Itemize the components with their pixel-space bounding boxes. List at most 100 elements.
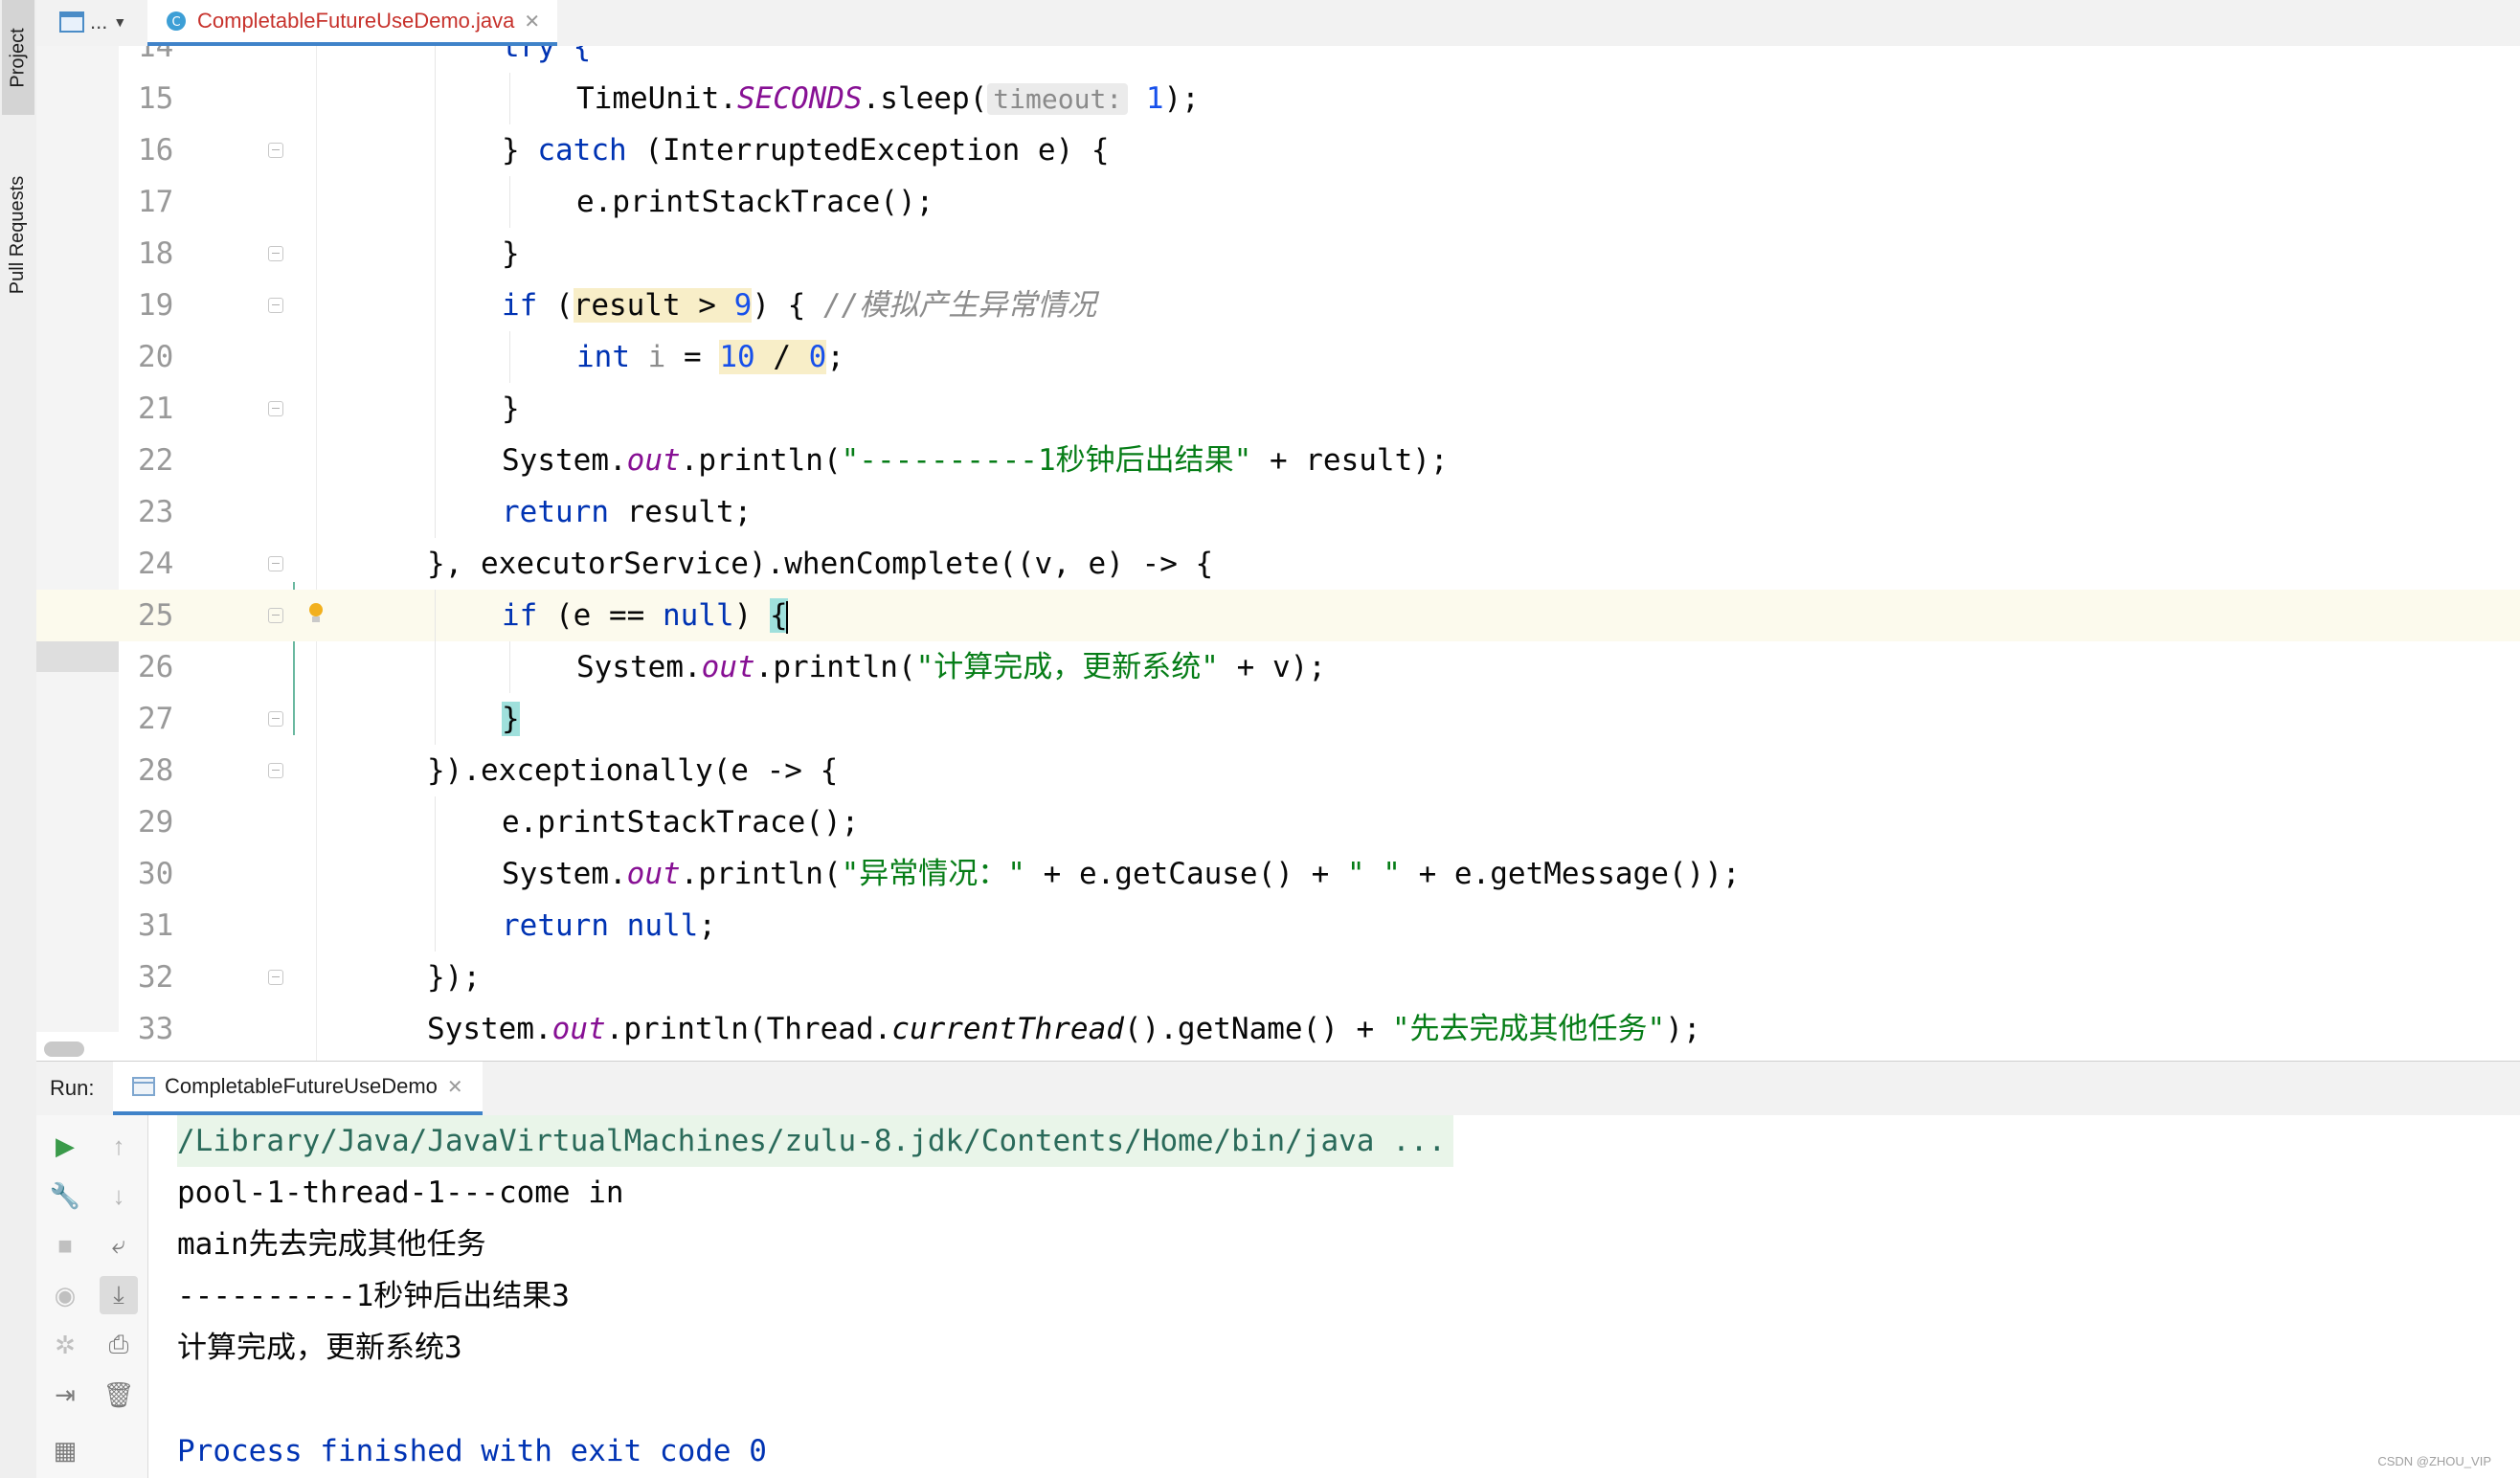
code-token: "先去完成其他任务" [1391, 1012, 1666, 1046]
code-line[interactable]: 25 if (e == null) { [36, 590, 2520, 641]
code-token: (InterruptedException e) { [626, 133, 1110, 168]
line-number: 28 [138, 753, 174, 788]
code-token: out [701, 650, 755, 684]
code-token: (e == [537, 598, 663, 633]
soft-wrap-icon[interactable]: ⤶ [100, 1226, 138, 1265]
fold-marker-icon[interactable] [268, 298, 283, 313]
run-panel-title: Run: [50, 1076, 95, 1100]
java-class-icon: C [167, 11, 186, 31]
fold-marker-icon[interactable] [268, 246, 283, 261]
code-line[interactable]: 16} catch (InterruptedException e) { [36, 124, 2520, 176]
run-console[interactable]: /Library/Java/JavaVirtualMachines/zulu-8… [148, 1115, 2520, 1478]
exit-icon[interactable]: ⇥ [46, 1376, 84, 1414]
code-line[interactable]: 23 return result; [36, 486, 2520, 538]
code-line[interactable]: 26 System.out.println("计算完成，更新系统" + v); [36, 641, 2520, 693]
indent-guide [435, 693, 436, 745]
code-line[interactable]: 19 if (result > 9) { //模拟产生异常情况 [36, 280, 2520, 331]
indent-guide [509, 641, 510, 693]
code-line[interactable]: 24}, executorService).whenComplete((v, e… [36, 538, 2520, 590]
code-line[interactable]: 27} [36, 693, 2520, 745]
indent-guide [435, 848, 436, 900]
code-token: System. [576, 650, 702, 684]
run-panel-header: Run: CompletableFutureUseDemo ✕ [36, 1061, 2520, 1116]
code-token: out [626, 443, 681, 478]
code-line[interactable]: 30 System.out.println("异常情况：" + e.getCaus… [36, 848, 2520, 900]
code-token: result; [608, 495, 753, 529]
code-line[interactable]: 31 return null; [36, 900, 2520, 952]
pull-requests-tool-tab[interactable]: Pull Requests [2, 144, 34, 325]
code-line[interactable]: 21} [36, 383, 2520, 435]
indent-guide [509, 73, 510, 124]
close-icon[interactable]: ✕ [524, 10, 540, 34]
settings-icon[interactable]: ✲ [46, 1326, 84, 1364]
code-line[interactable]: 18} [36, 228, 2520, 280]
print-icon[interactable]: ⎙ [100, 1326, 138, 1364]
line-number: 21 [138, 392, 174, 426]
arrow-down-icon[interactable]: ↓ [100, 1176, 138, 1215]
wrench-icon[interactable]: 🔧 [46, 1176, 84, 1215]
code-token: int [576, 340, 630, 374]
code-token: } [502, 133, 538, 168]
scroll-to-end-icon[interactable]: ⤓ [100, 1276, 138, 1314]
watermark: CSDN @ZHOU_VIP [2377, 1454, 2491, 1468]
layout-icon[interactable]: ▦ [46, 1431, 84, 1469]
code-token: } [502, 392, 520, 426]
indent-guide [435, 331, 436, 383]
code-text: TimeUnit.SECONDS.sleep(timeout: 1); [576, 73, 1200, 125]
lightbulb-icon[interactable] [306, 601, 326, 626]
console-output-line: pool-1-thread-1---come in [177, 1176, 624, 1210]
line-number: 16 [138, 133, 174, 168]
editor-tab-completablefutureusedemo[interactable]: C CompletableFutureUseDemo.java ✕ [147, 0, 558, 46]
code-line[interactable]: 14 try { [36, 46, 2520, 73]
window-icon [59, 11, 84, 33]
fold-marker-icon[interactable] [268, 763, 283, 778]
fold-marker-icon[interactable] [268, 556, 283, 571]
project-tool-tab[interactable]: Project [2, 0, 34, 115]
editor-tab-label: CompletableFutureUseDemo.java [197, 9, 515, 33]
code-line[interactable]: 28 }).exceptionally(e -> { [36, 745, 2520, 796]
code-token: .sleep( [862, 81, 988, 116]
code-text: }).exceptionally(e -> { [427, 745, 838, 796]
project-view-dropdown[interactable]: ... ▼ [59, 8, 126, 36]
code-token: ); [1665, 1012, 1701, 1046]
trash-icon[interactable]: 🗑 [100, 1376, 138, 1414]
code-line[interactable]: 29 e.printStackTrace(); [36, 796, 2520, 848]
code-editor[interactable]: 14 try { 15 TimeUnit.SECONDS.sleep(timeout:… [36, 46, 2520, 1061]
fold-marker-icon[interactable] [268, 608, 283, 623]
code-token: SECONDS [736, 81, 863, 116]
fold-marker-icon[interactable] [268, 711, 283, 727]
run-config-tab[interactable]: CompletableFutureUseDemo ✕ [113, 1062, 483, 1115]
fold-marker-icon[interactable] [268, 143, 283, 158]
code-token: System. [502, 857, 627, 891]
code-token: .println(Thread. [605, 1012, 892, 1046]
fold-marker-icon[interactable] [268, 970, 283, 985]
line-number: 15 [138, 81, 174, 116]
tool-window-strip: Project Pull Requests [0, 0, 37, 1478]
code-line[interactable]: 17 e.printStackTrace(); [36, 176, 2520, 228]
code-token: null [662, 598, 734, 633]
code-token: "异常情况：" [841, 857, 1025, 891]
code-line[interactable]: 20 int i = 10 / 0; [36, 331, 2520, 383]
code-line[interactable]: 33 System.out.println(Thread.currentThrea… [36, 1003, 2520, 1055]
project-dropdown-label: ... [90, 10, 108, 34]
line-number: 25 [138, 598, 174, 633]
code-text: int i = 10 / 0; [576, 331, 844, 383]
code-token: } [502, 236, 520, 271]
rerun-icon[interactable]: ▶ [46, 1127, 84, 1165]
arrow-up-icon[interactable]: ↑ [100, 1127, 138, 1165]
code-text: return null; [502, 900, 716, 952]
close-icon[interactable]: ✕ [447, 1075, 463, 1099]
code-line[interactable]: 15 TimeUnit.SECONDS.sleep(timeout: 1); [36, 73, 2520, 124]
camera-icon[interactable]: ◉ [46, 1276, 84, 1314]
code-token: / [754, 340, 809, 374]
code-token: ; [826, 340, 845, 374]
code-text: } [502, 228, 520, 280]
code-line[interactable]: 32}); [36, 952, 2520, 1003]
code-line[interactable]: 22 System.out.println("----------1秒钟后出结果"… [36, 435, 2520, 486]
fold-marker-icon[interactable] [268, 401, 283, 416]
indent-guide [435, 280, 436, 331]
stop-icon[interactable]: ■ [46, 1226, 84, 1265]
code-token: catch [537, 133, 627, 168]
code-text: System.out.println(Thread.currentThread(… [427, 1003, 1701, 1055]
svg-text:C: C [171, 15, 180, 30]
